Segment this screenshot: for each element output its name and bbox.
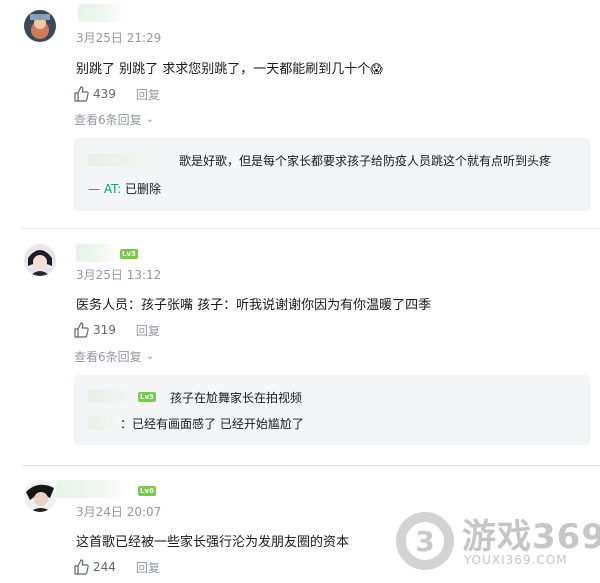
watermark-logo-digit: 3 <box>406 522 444 560</box>
reply-body: 已经有画面感了 已经开始尴尬了 <box>132 417 304 431</box>
level-badge: Lv3 <box>120 249 138 259</box>
level-badge: Lv6 <box>138 486 156 496</box>
comment-text: 这首歌已经被一些家长强行沦为发朋友圈的资本 <box>76 535 350 550</box>
like-count: 319 <box>93 323 116 337</box>
reply-text: 歌是好歌，但是每个家长都要求孩子给防疫人员跳这个就有点听到头疼 <box>179 154 552 168</box>
comment-text: 医务人员：孩子张嘴 孩子：听我说谢谢你因为有你温暖了四季 <box>76 298 432 313</box>
comment-actions: 244 回复 <box>73 559 160 575</box>
see-replies-label: 查看6条回复 <box>74 350 142 364</box>
reply-preview-box: Lv3 孩子在尬舞家长在拍视频 ：已经有画面感了 已经开始尴尬了 <box>74 375 590 445</box>
comment-actions: 439 回复 <box>73 86 160 102</box>
site-watermark: 3 游戏369 YOUXI369.COM <box>396 509 600 579</box>
reply-preview-box: 歌是好歌，但是每个家长都要求孩子给防疫人员跳这个就有点听到头疼 — AT: 已删… <box>74 138 590 211</box>
watermark-logo-icon: 3 <box>396 512 454 570</box>
reply-text: 孩子在尬舞家长在拍视频 <box>170 391 303 405</box>
username[interactable] <box>56 480 126 498</box>
username[interactable] <box>76 244 118 262</box>
reply-text: ：已经有画面感了 已经开始尴尬了 <box>120 415 304 432</box>
reply-button[interactable]: 回复 <box>136 86 160 103</box>
reply-prefix: — AT: <box>88 182 122 196</box>
reply-username[interactable] <box>88 389 134 403</box>
watermark-title: 游戏369 <box>462 517 600 557</box>
see-replies-label: 查看6条回复 <box>74 113 142 127</box>
see-replies-link[interactable]: 查看6条回复 ⌄ <box>74 111 154 128</box>
reply-prefix: ： <box>120 417 133 431</box>
avatar[interactable] <box>24 480 56 512</box>
comment-date: 3月25日 21:29 <box>76 31 162 45</box>
comment-text-body: 别跳了 别跳了 求求您别跳了，一天都能刷到几十个 <box>76 62 371 77</box>
reply-button[interactable]: 回复 <box>136 559 160 576</box>
chevron-down-icon: ⌄ <box>145 114 155 125</box>
reply-username[interactable] <box>88 416 118 430</box>
divider <box>22 465 600 466</box>
scared-emoji-icon: 😱 <box>370 62 383 76</box>
username[interactable] <box>78 4 124 22</box>
avatar[interactable] <box>24 10 56 42</box>
thumbs-up-icon[interactable] <box>73 86 89 102</box>
like-count: 244 <box>93 560 116 574</box>
comment-text: 别跳了 别跳了 求求您别跳了，一天都能刷到几十个😱 <box>76 58 383 77</box>
comment-actions: 319 回复 <box>73 322 160 338</box>
reply-body: 已删除 <box>124 182 161 196</box>
thumbs-up-icon[interactable] <box>73 322 89 338</box>
like-count: 439 <box>93 87 116 101</box>
avatar[interactable] <box>24 244 56 276</box>
comment-date: 3月25日 13:12 <box>76 268 162 282</box>
chevron-down-icon: ⌄ <box>145 351 155 362</box>
level-badge: Lv3 <box>138 392 156 402</box>
reply-text: — AT: 已删除 <box>88 180 161 197</box>
thumbs-up-icon[interactable] <box>73 559 89 575</box>
reply-button[interactable]: 回复 <box>136 322 160 339</box>
reply-username[interactable] <box>88 153 162 167</box>
comment-date: 3月24日 20:07 <box>76 505 162 519</box>
divider <box>22 228 600 229</box>
watermark-url: YOUXI369.COM <box>464 553 568 567</box>
see-replies-link[interactable]: 查看6条回复 ⌄ <box>74 348 154 365</box>
